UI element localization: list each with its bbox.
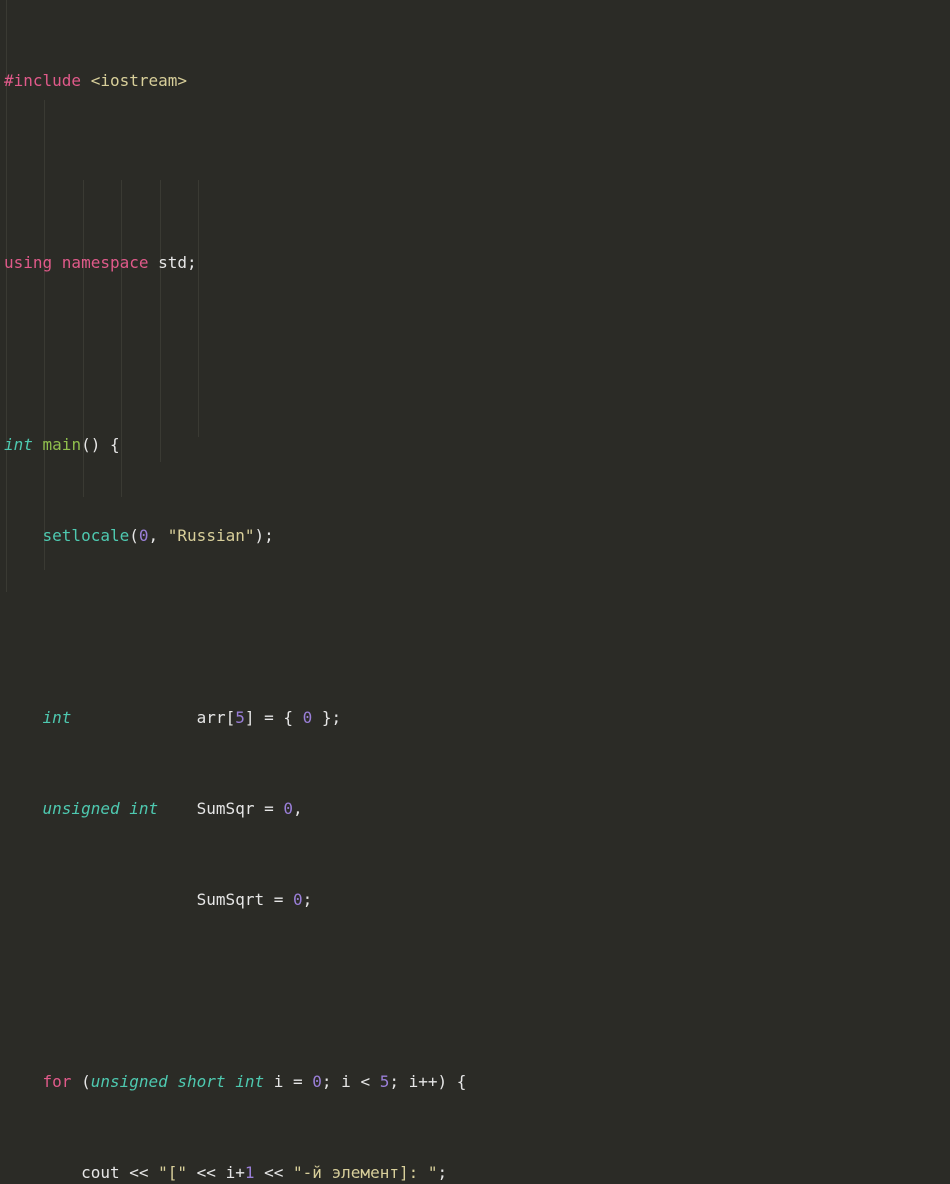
- token-number-zero: 0: [283, 799, 293, 819]
- token-stream-op: << i+: [187, 1163, 245, 1183]
- code-block[interactable]: #include <iostream> using namespace std;…: [0, 0, 950, 1184]
- code-line-13[interactable]: cout << "[" << i+1 << "-й элемент]: ";: [0, 1162, 950, 1184]
- token-cout: cout <<: [81, 1163, 159, 1183]
- token-comma: ,: [148, 526, 168, 546]
- code-line-10[interactable]: SumSqrt = 0;: [0, 889, 950, 912]
- token-number-zero: 0: [302, 708, 313, 728]
- code-line-7[interactable]: [0, 616, 950, 639]
- token-paren-open: (: [129, 526, 139, 546]
- token-type-unsigned-short-int: unsigned short int: [90, 1072, 265, 1092]
- token-string-element-label: "-й элемент]: ": [293, 1163, 438, 1183]
- token-type-int: int: [42, 708, 72, 728]
- code-line-12[interactable]: for (unsigned short int i = 0; i < 5; i+…: [0, 1071, 950, 1094]
- alignment-padding: [158, 799, 197, 818]
- alignment-padding: [71, 708, 196, 727]
- token-init-open: ] = {: [244, 708, 303, 728]
- token-main-signature: () {: [81, 435, 120, 455]
- code-line-3[interactable]: using namespace std;: [0, 252, 950, 275]
- token-number-one: 1: [244, 1163, 255, 1183]
- token-preprocessor: #include: [4, 71, 82, 91]
- token-identifier-sumsqr: SumSqr =: [196, 799, 284, 819]
- token-keyword-for: for: [42, 1072, 72, 1092]
- token-type-unsigned-int: unsigned int: [42, 799, 159, 819]
- code-line-9[interactable]: unsigned int SumSqr = 0,: [0, 798, 950, 821]
- token-init-close: };: [312, 708, 342, 728]
- token-loop-cond: ; i <: [321, 1072, 380, 1092]
- token-comma: ,: [293, 799, 303, 819]
- token-number-zero: 0: [138, 526, 149, 546]
- token-paren-close: );: [254, 526, 274, 546]
- token-semicolon: ;: [437, 1163, 448, 1183]
- token-number-zero: 0: [292, 890, 303, 910]
- token-loop-tail: ; i++) {: [389, 1072, 467, 1092]
- token-type-int: int: [4, 435, 33, 455]
- token-number-five: 5: [379, 1072, 390, 1092]
- code-line-8[interactable]: int arr[5] = { 0 };: [0, 707, 950, 730]
- code-line-4[interactable]: [0, 343, 950, 366]
- token-string-bracket: "[": [158, 1163, 188, 1183]
- token-semicolon: ;: [302, 890, 313, 910]
- token-function-main: main: [32, 435, 82, 455]
- token-string-russian: "Russian": [167, 526, 255, 546]
- code-line-11[interactable]: [0, 980, 950, 1003]
- code-line-1[interactable]: #include <iostream>: [0, 70, 950, 93]
- token-loop-init: i =: [264, 1072, 313, 1092]
- token-using-namespace: using namespace: [4, 253, 149, 273]
- token-function-setlocale: setlocale: [42, 526, 130, 546]
- token-paren-open: (: [71, 1072, 91, 1092]
- token-header-name: <iostream>: [81, 71, 188, 91]
- token-number-five: 5: [235, 708, 245, 728]
- token-identifier-sumsqrt: SumSqrt =: [196, 890, 293, 910]
- token-number-zero: 0: [312, 1072, 322, 1092]
- code-line-6[interactable]: setlocale(0, "Russian");: [0, 525, 950, 548]
- code-editor-pane[interactable]: #include <iostream> using namespace std;…: [0, 0, 950, 1182]
- code-line-2[interactable]: [0, 161, 950, 184]
- token-std: std;: [148, 253, 197, 273]
- token-identifier-arr: arr[: [196, 708, 236, 728]
- code-line-5[interactable]: int main() {: [0, 434, 950, 457]
- token-stream-op: <<: [254, 1163, 293, 1183]
